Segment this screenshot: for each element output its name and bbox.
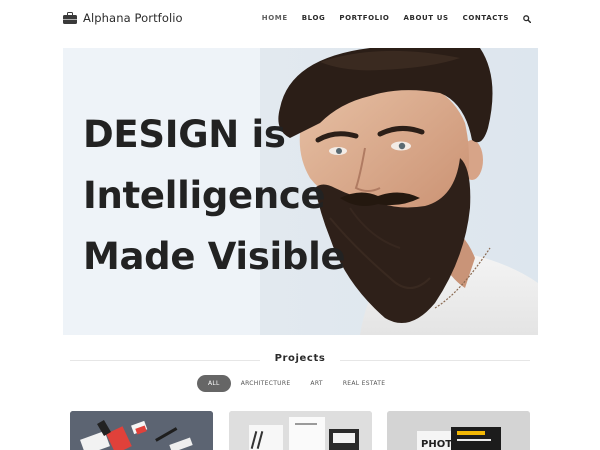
projects-heading-text: Projects — [264, 353, 336, 364]
briefcase-icon — [63, 12, 77, 24]
nav-item-portfolio[interactable]: PORTFOLIO — [339, 14, 389, 22]
hero-banner: DESIGN is Intelligence Made Visible — [63, 48, 538, 335]
main-nav: HOME BLOG PORTFOLIO ABOUT US CONTACTS — [262, 14, 531, 23]
filter-art[interactable]: ART — [300, 375, 332, 392]
filter-all[interactable]: ALL — [197, 375, 231, 392]
project-card-photo-book[interactable]: PHOTO — [387, 411, 530, 450]
site-logo[interactable]: Alphana Portfolio — [63, 11, 183, 25]
hero-title-line-2: Intelligence — [83, 174, 326, 217]
filter-real-estate[interactable]: REAL ESTATE — [333, 375, 396, 392]
logo-text: Alphana Portfolio — [83, 11, 183, 25]
nav-item-home[interactable]: HOME — [262, 14, 288, 22]
project-filters: ALL ARCHITECTURE ART REAL ESTATE — [197, 375, 395, 392]
search-icon[interactable] — [523, 15, 531, 23]
hero-title-line-3: Made Visible — [83, 235, 346, 278]
site-header: Alphana Portfolio HOME BLOG PORTFOLIO AB… — [0, 0, 600, 40]
filter-architecture[interactable]: ARCHITECTURE — [231, 375, 301, 392]
business-card-mockup-image — [229, 411, 372, 450]
photo-book-mockup-image: PHOTO — [387, 411, 530, 450]
hero-title-line-1: DESIGN is — [83, 113, 286, 156]
nav-item-about-us[interactable]: ABOUT US — [404, 14, 449, 22]
project-card-stationery[interactable] — [70, 411, 213, 450]
projects-heading: Projects — [0, 353, 600, 364]
project-card-business-cards[interactable] — [229, 411, 372, 450]
nav-item-blog[interactable]: BLOG — [302, 14, 326, 22]
stationery-mockup-image — [70, 411, 213, 450]
hero-title: DESIGN is Intelligence Made Visible — [83, 104, 346, 287]
nav-item-contacts[interactable]: CONTACTS — [463, 14, 509, 22]
